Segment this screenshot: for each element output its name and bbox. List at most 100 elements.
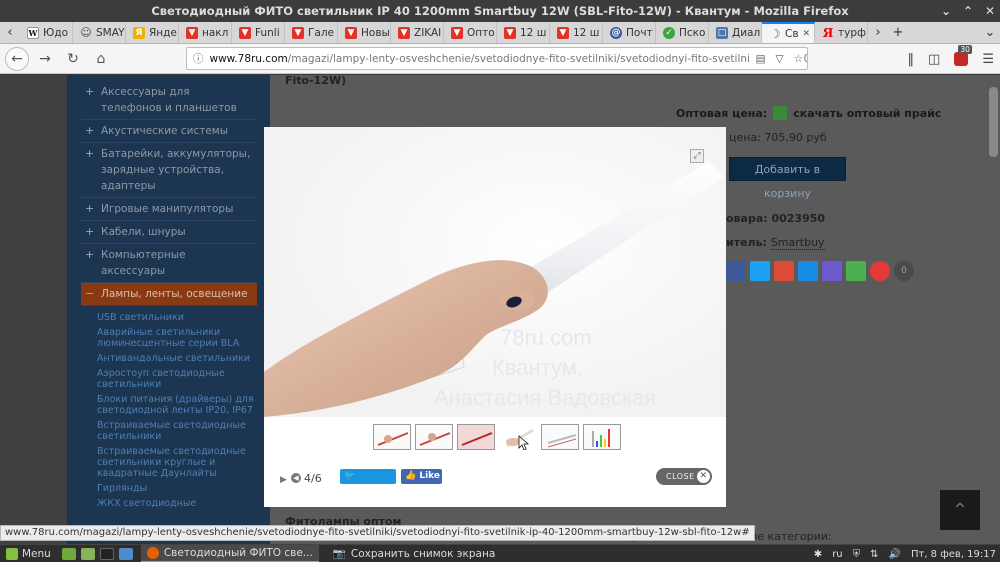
share-more-icon[interactable]: [870, 261, 890, 281]
system-tray: ✱ ru ⛨ ⇅ 🔊 Пт, 8 фев, 19:17: [814, 545, 996, 562]
mail-at-icon: @: [610, 26, 622, 39]
tab-8[interactable]: ▼ ZIKAI: [391, 22, 444, 43]
shield-icon[interactable]: ⛨: [853, 549, 861, 560]
clock[interactable]: Пт, 8 фев, 19:17: [911, 549, 996, 560]
close-window-icon[interactable]: ✕: [984, 0, 996, 22]
plus-icon: +: [85, 85, 95, 98]
sidebar-subitem[interactable]: Антивандальные светильники: [97, 351, 258, 366]
facebook-like-button[interactable]: 👍 Like 0: [401, 469, 442, 496]
url-bar[interactable]: ⓘ www.78ru.com/magazi/lampy-lenty-osvesh…: [186, 47, 808, 70]
sidebar-item-game-controllers[interactable]: + Игровые манипуляторы: [81, 198, 257, 221]
new-tab-icon[interactable]: +: [888, 22, 908, 43]
sidebar-item-phone-accessories[interactable]: + Аксессуары для телефонов и планшетов: [81, 81, 257, 120]
home-icon[interactable]: ⌂: [89, 47, 113, 71]
sidebar-item-cables[interactable]: + Кабели, шнуры: [81, 221, 257, 244]
tab-2[interactable]: ☺ SMAY: [73, 22, 126, 43]
product-photo: 78ru.com Квантум. Анастасия Вадовская: [264, 127, 726, 417]
download-price-link[interactable]: скачать оптовый прайс: [793, 107, 941, 120]
tab-list-icon[interactable]: ⌄: [980, 22, 1000, 43]
volume-icon[interactable]: 🔊: [889, 549, 901, 560]
facebook-icon[interactable]: [726, 261, 746, 281]
tab-7[interactable]: ▼ Новы: [338, 22, 391, 43]
reader-view-icon[interactable]: ▤: [756, 53, 766, 65]
network-icon[interactable]: ⇅: [870, 549, 878, 560]
maximize-icon[interactable]: ⌃: [962, 0, 974, 22]
twitter-icon[interactable]: [750, 261, 770, 281]
google-plus-icon[interactable]: [774, 261, 794, 281]
tab-6[interactable]: ▼ Гале: [285, 22, 338, 43]
sidebar-subitem[interactable]: Аэростоуп светодиодные светильники: [97, 366, 258, 392]
forward-icon[interactable]: →: [33, 47, 57, 71]
email-icon[interactable]: [822, 261, 842, 281]
thumbnail-4-active[interactable]: [499, 424, 537, 450]
thumbnail-3[interactable]: [457, 424, 495, 450]
close-lightbox-button[interactable]: CLOSE ✕: [656, 468, 712, 485]
show-desktop-icon[interactable]: [61, 547, 76, 560]
sidebar-toggle-icon[interactable]: ◫: [928, 52, 940, 67]
tabs-scroll-right-icon[interactable]: ›: [868, 22, 888, 43]
tab-13[interactable]: ✓ Пско: [656, 22, 709, 43]
pocket-icon[interactable]: ▽: [776, 53, 784, 65]
reload-icon[interactable]: ↻: [61, 47, 85, 71]
bookmark-star-icon[interactable]: ☆: [794, 53, 803, 65]
sidebar-item-acoustics[interactable]: + Акустические системы: [81, 120, 257, 143]
fullscreen-icon[interactable]: ⤢: [690, 149, 704, 163]
back-icon[interactable]: ←: [5, 46, 29, 71]
minimize-icon[interactable]: ⌄: [940, 0, 952, 22]
keyboard-layout[interactable]: ru: [832, 549, 842, 560]
tab-16[interactable]: Ятурф: [815, 22, 868, 43]
thumbnail-1[interactable]: [373, 424, 411, 450]
page-scrollbar[interactable]: [987, 75, 1000, 544]
sidebar-subitem[interactable]: USB светильники: [97, 310, 258, 325]
files-icon[interactable]: [118, 547, 133, 560]
sidebar-subitem[interactable]: Встраиваемые светодиодные светильники: [97, 418, 258, 444]
library-icon[interactable]: ‖: [908, 52, 915, 67]
scroll-top-button[interactable]: ⌃: [940, 490, 980, 530]
taskbar-screenshot[interactable]: 📷 Сохранить снимок экрана: [327, 545, 501, 562]
taskbar-firefox[interactable]: Светодиодный ФИТО свe...: [140, 544, 319, 562]
sidebar-item-computer-accessories[interactable]: + Компьютерные аксессуары: [81, 244, 257, 283]
close-tab-icon[interactable]: ✕: [802, 29, 810, 39]
tab-4[interactable]: ▼ накл: [179, 22, 232, 43]
bluetooth-icon[interactable]: ✱: [814, 549, 822, 560]
slideshow-play-icon[interactable]: ▶: [280, 475, 287, 485]
tab-5[interactable]: ▼ Funli: [232, 22, 285, 43]
terminal-icon[interactable]: [99, 547, 114, 560]
tab-11[interactable]: ▼ 12 ш: [550, 22, 603, 43]
previous-icon[interactable]: ◀: [291, 473, 301, 483]
site-info-icon[interactable]: ⓘ: [193, 51, 204, 66]
sidebar-item-lamps[interactable]: − Лампы, ленты, освещение: [81, 283, 257, 306]
tab-1[interactable]: W Юдо: [20, 22, 73, 43]
tab-10[interactable]: ▼ 12 ш: [497, 22, 550, 43]
sidebar-subitem[interactable]: Встраиваемые светодиодные светильники кр…: [97, 444, 258, 481]
tab-3[interactable]: Я Янде: [126, 22, 179, 43]
thumbnail-6[interactable]: [583, 424, 621, 450]
sidebar-subitem[interactable]: Гирлянды: [97, 481, 258, 496]
tab-9[interactable]: ▼ Опто: [444, 22, 497, 43]
tweet-button[interactable]: 🐦 Твитнуть: [340, 469, 396, 496]
maker-link[interactable]: Smartbuy: [770, 236, 825, 250]
start-menu-button[interactable]: Menu: [0, 547, 57, 560]
maker-row: итель: Smartbuy: [726, 236, 825, 250]
extension-icon[interactable]: 30: [954, 45, 972, 66]
sidebar-subitem[interactable]: Аварийные светильники люминесцентные сер…: [97, 325, 258, 351]
tabs-scroll-left-icon[interactable]: ‹: [0, 22, 20, 43]
price: цена: 705,90 руб: [729, 131, 827, 144]
tab-15-active[interactable]: ☽ Св ✕: [762, 22, 815, 43]
tab-14[interactable]: □ Диал: [709, 22, 762, 43]
mail-ru-icon[interactable]: [798, 261, 818, 281]
chat-icon: □: [716, 26, 728, 39]
lightbox-footer: ▶ ◀ 4/6 🐦 Твитнуть 👍 Like 0 CLOSE ✕: [264, 467, 726, 496]
tab-12[interactable]: @ Почт: [603, 22, 656, 43]
thumbnail-5[interactable]: [541, 424, 579, 450]
plus-icon: +: [85, 147, 95, 160]
sidebar-subitem[interactable]: ЖКХ светодиодные: [97, 496, 258, 511]
sidebar-subitem[interactable]: Блоки питания (драйверы) для светодиодно…: [97, 392, 258, 418]
file-manager-icon[interactable]: [80, 547, 95, 560]
thumbnail-2[interactable]: [415, 424, 453, 450]
scroll-thumb[interactable]: [989, 87, 998, 157]
add-to-cart-button[interactable]: Добавить в корзину: [729, 157, 846, 200]
print-icon[interactable]: [846, 261, 866, 281]
menu-icon[interactable]: ☰: [982, 52, 994, 67]
sidebar-item-batteries[interactable]: + Батарейки, аккумуляторы, зарядные устро…: [81, 143, 257, 198]
